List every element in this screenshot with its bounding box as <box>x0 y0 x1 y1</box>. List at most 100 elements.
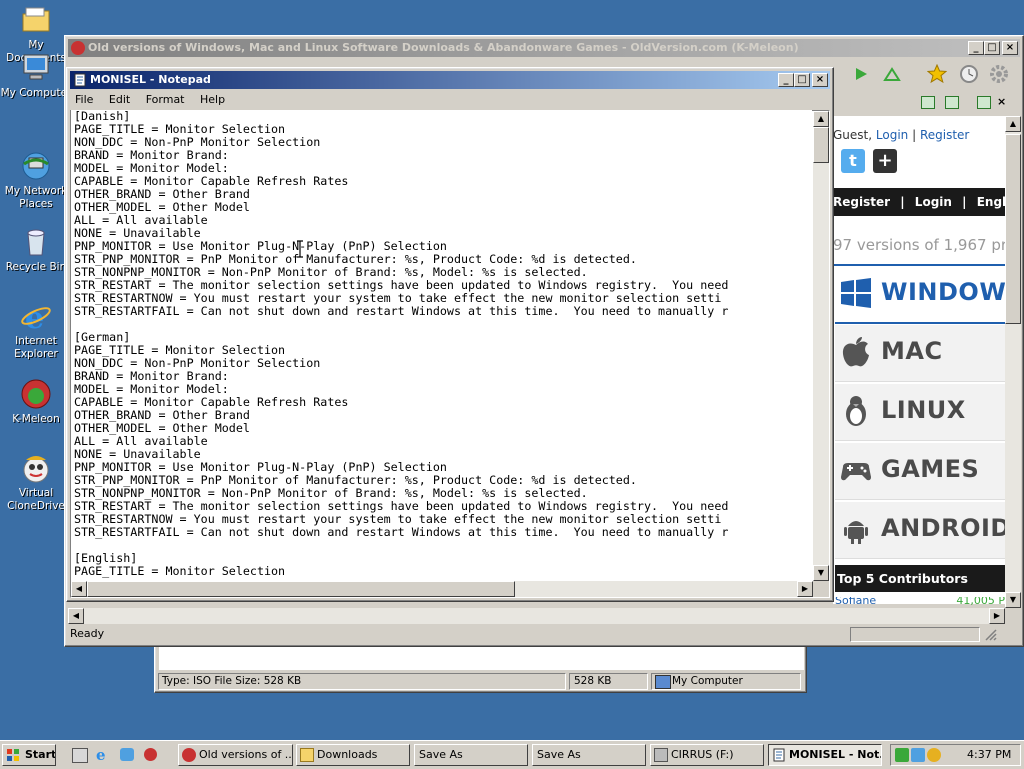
desktop-icon-label: Recycle Bin <box>5 261 67 273</box>
text-line <box>71 539 812 552</box>
taskbar-item-label: Downloads <box>317 748 378 761</box>
scroll-right-button[interactable]: ▶ <box>797 581 813 597</box>
browser-horizontal-scrollbar[interactable]: ◀ ▶ <box>68 608 1005 624</box>
windows-flag-icon <box>7 749 19 761</box>
category-games[interactable]: GAMES <box>835 443 1005 500</box>
desktop-icon-k-meleon[interactable]: K-Meleon <box>0 378 72 426</box>
category-mac[interactable]: MAC <box>835 325 1005 382</box>
maximize-button[interactable]: □ <box>794 73 810 87</box>
scroll-right-button[interactable]: ▶ <box>989 608 1005 624</box>
login-link[interactable]: Login <box>876 128 908 142</box>
browser-vertical-scrollbar[interactable]: ▲ ▼ <box>1005 116 1021 608</box>
desktop-icon-virtual-clonedrive[interactable]: Virtual CloneDrive <box>0 452 72 513</box>
browser-title: Old versions of Windows, Mac and Linux S… <box>88 41 799 54</box>
network-icon <box>20 150 52 182</box>
speaker-tray-icon[interactable] <box>911 748 925 762</box>
history-icon[interactable] <box>959 64 979 84</box>
scroll-thumb[interactable] <box>87 581 515 597</box>
tab-icon[interactable] <box>945 96 959 109</box>
ie-icon[interactable]: e <box>96 746 106 764</box>
nav-english[interactable]: English <box>977 195 1005 209</box>
scroll-thumb[interactable] <box>813 127 829 163</box>
clonedrive-tray-icon[interactable] <box>927 748 941 762</box>
register-link[interactable]: Register <box>920 128 969 142</box>
notepad-titlebar[interactable]: MONISEL - Notepad _ □ × <box>70 71 830 89</box>
guest-line: Guest, Login | Register <box>833 128 970 142</box>
desktop-icon-internet-explorer[interactable]: e Internet Explorer <box>0 300 72 361</box>
maximize-button[interactable]: □ <box>984 41 1000 55</box>
desktop-icon-network-places[interactable]: My Network Places <box>0 150 72 211</box>
versions-count: 97 versions of 1,967 pro <box>833 236 1005 254</box>
taskbar-item-notepad[interactable]: MONISEL - Not... <box>768 744 882 766</box>
show-desktop-icon[interactable] <box>72 748 88 763</box>
clock: 4:37 PM <box>967 748 1012 761</box>
twitter-icon[interactable]: t <box>841 149 865 173</box>
taskbar-item-downloads[interactable]: Downloads <box>296 744 410 766</box>
nav-login[interactable]: Login <box>915 195 952 209</box>
category-label: LINUX <box>881 396 966 424</box>
text-line: PAGE_TITLE = Monitor Selection <box>74 564 286 578</box>
go-forward-icon[interactable] <box>853 66 869 82</box>
browser-titlebar[interactable]: Old versions of Windows, Mac and Linux S… <box>68 39 1020 57</box>
explorer-status-size: 528 KB <box>569 673 648 690</box>
up-icon[interactable] <box>883 66 901 82</box>
taskbar-item-browser[interactable]: Old versions of ... <box>178 744 293 766</box>
k-meleon-icon <box>182 748 196 762</box>
resize-grip-icon[interactable] <box>983 627 997 641</box>
notepad-horizontal-scrollbar[interactable]: ◀ ▶ <box>71 581 813 597</box>
taskbar-item-save-as-1[interactable]: Save As <box>414 744 528 766</box>
taskbar-item-save-as-2[interactable]: Save As <box>532 744 646 766</box>
start-button[interactable]: Start <box>2 744 56 766</box>
tab-icon[interactable] <box>921 96 935 109</box>
computer-icon <box>20 52 52 84</box>
contributor-name[interactable]: Sofiane <box>835 597 876 607</box>
text-cursor-icon <box>297 240 303 258</box>
browser-status-panel <box>850 627 980 642</box>
contributors-bar: Top 5 Contributors <box>835 565 1005 592</box>
menu-help[interactable]: Help <box>200 93 225 106</box>
text-line: STR_RESTARTFAIL = Can not shut down and … <box>74 525 729 539</box>
drive-icon <box>654 748 668 762</box>
top-nav-bar: Register | Login | English <box>833 188 1005 216</box>
network-icon[interactable] <box>120 748 134 761</box>
google-plus-icon[interactable]: + <box>873 149 897 173</box>
bookmark-star-icon[interactable] <box>927 64 947 84</box>
taskbar-item-cirrus[interactable]: CIRRUS (F:) <box>650 744 764 766</box>
scroll-left-button[interactable]: ◀ <box>71 581 87 597</box>
minimize-button[interactable]: _ <box>968 41 984 55</box>
category-android[interactable]: ANDROID <box>835 502 1010 559</box>
gear-icon[interactable] <box>989 64 1009 84</box>
scroll-down-button[interactable]: ▼ <box>1005 592 1021 608</box>
desktop-icon-my-computer[interactable]: My Computer <box>0 52 72 100</box>
scroll-up-button[interactable]: ▲ <box>1005 116 1021 132</box>
network-tray-icon[interactable] <box>895 748 909 762</box>
guest-label: Guest, <box>833 128 873 142</box>
minimize-button[interactable]: _ <box>778 73 794 87</box>
desktop-icon-label: My Computer <box>0 87 72 99</box>
scroll-thumb[interactable] <box>1005 134 1021 324</box>
new-tab-icon[interactable] <box>977 96 991 109</box>
windows-logo-icon <box>841 278 871 308</box>
scroll-down-button[interactable]: ▼ <box>813 565 829 581</box>
menu-edit[interactable]: Edit <box>109 93 130 106</box>
scrollbar-corner <box>813 581 829 597</box>
desktop-icon-recycle-bin[interactable]: Recycle Bin <box>0 226 72 274</box>
notepad-vertical-scrollbar[interactable]: ▲ ▼ <box>813 111 829 581</box>
category-linux[interactable]: LINUX <box>835 384 1005 441</box>
k-meleon-icon[interactable] <box>144 748 157 761</box>
nav-register[interactable]: Register <box>833 195 890 209</box>
ie-icon: e <box>20 300 52 336</box>
notepad-menubar: File Edit Format Help <box>75 92 237 108</box>
browser-sidebar-tools: × <box>835 94 1017 112</box>
contributor-row: Sofiane 41,005 P <box>835 597 1005 607</box>
notepad-text-area[interactable]: [Danish] PAGE_TITLE = Monitor Selection NO… <box>71 110 812 580</box>
menu-file[interactable]: File <box>75 93 93 106</box>
notepad-icon <box>74 73 86 87</box>
category-windows[interactable]: WINDOW <box>835 266 1006 324</box>
menu-format[interactable]: Format <box>146 93 185 106</box>
scroll-left-button[interactable]: ◀ <box>68 608 84 624</box>
close-button[interactable]: × <box>812 73 828 87</box>
scroll-up-button[interactable]: ▲ <box>813 111 829 127</box>
close-tab-icon[interactable]: × <box>997 95 1006 108</box>
close-button[interactable]: × <box>1002 41 1018 55</box>
